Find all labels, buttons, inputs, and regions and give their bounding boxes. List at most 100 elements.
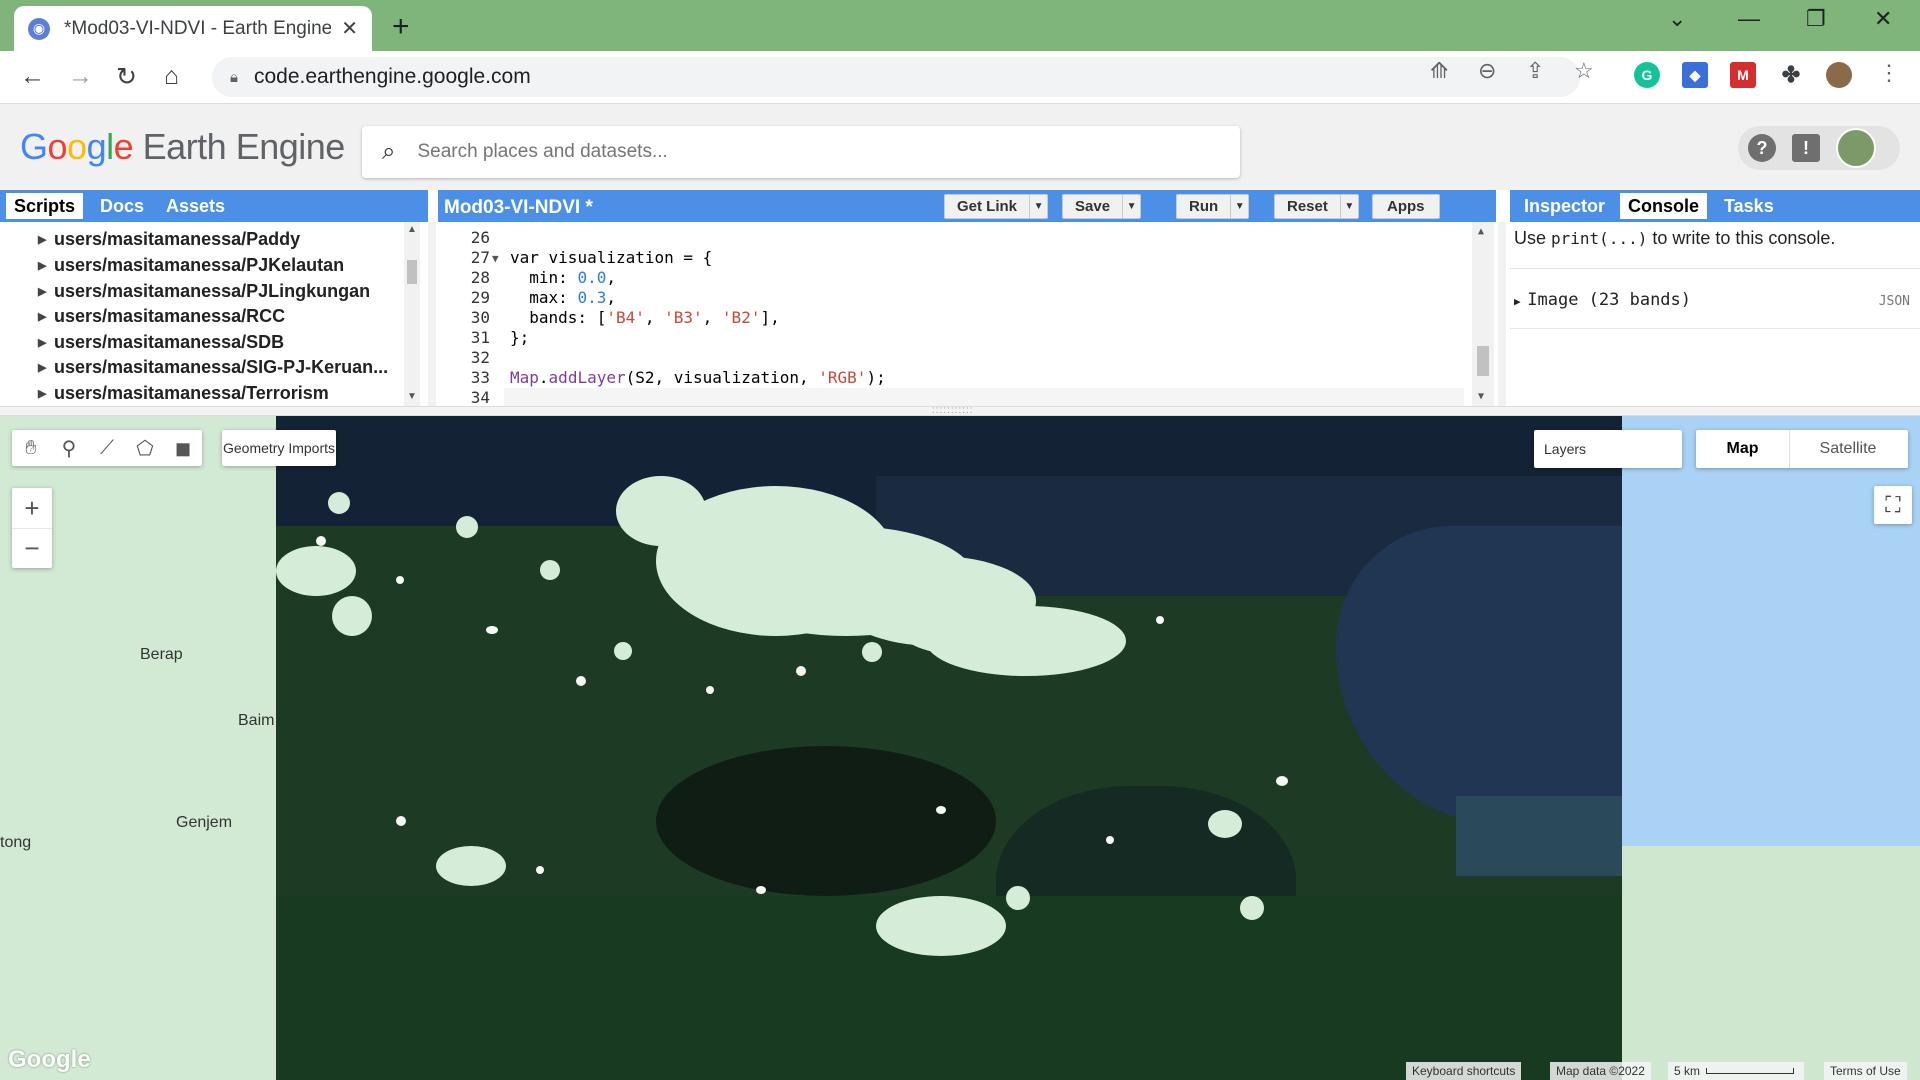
tab-assets[interactable]: Assets bbox=[158, 193, 233, 219]
search-input[interactable] bbox=[417, 141, 1178, 163]
restore-icon[interactable]: ❐ bbox=[1806, 6, 1826, 32]
zoom-in-button[interactable]: + bbox=[12, 488, 52, 528]
map-splitter[interactable]: ::::::::::: bbox=[0, 405, 1920, 416]
place-label: Baim bbox=[238, 712, 275, 729]
script-name: Mod03-VI-NDVI * bbox=[444, 197, 593, 218]
save-button[interactable]: Save ▼ bbox=[1062, 194, 1142, 219]
address-bar[interactable]: 🔒︎ code.earthengine.google.com bbox=[212, 57, 1580, 97]
user-avatar[interactable] bbox=[1836, 128, 1876, 168]
scripts-scrollbar[interactable]: ▲ ▼ bbox=[404, 222, 420, 406]
expand-arrow-icon[interactable]: ▶ bbox=[38, 233, 46, 246]
profile-avatar[interactable] bbox=[1826, 62, 1852, 88]
dropdown-arrow-icon: ▼ bbox=[1230, 195, 1248, 218]
hand-pan-icon[interactable]: ✋︎ bbox=[16, 433, 46, 463]
code-line: }; bbox=[510, 328, 530, 347]
help-icon[interactable]: ? bbox=[1748, 134, 1776, 162]
script-folder[interactable]: ▶ users/masitamanessa/PJKelautan bbox=[38, 255, 344, 276]
tab-console[interactable]: Console bbox=[1620, 193, 1708, 219]
geometry-imports-button[interactable]: Geometry Imports bbox=[222, 430, 336, 466]
minimize-icon[interactable]: — bbox=[1738, 6, 1760, 32]
editor-scroll-thumb[interactable] bbox=[1477, 346, 1489, 376]
close-window-icon[interactable]: ✕ bbox=[1874, 6, 1892, 32]
keyboard-shortcuts-link[interactable]: Keyboard shortcuts bbox=[1406, 1062, 1522, 1080]
lock-icon[interactable]: 🔒︎ bbox=[230, 69, 238, 86]
expand-arrow-icon[interactable]: ▶ bbox=[38, 285, 46, 298]
expand-arrow-icon[interactable]: ▶ bbox=[38, 336, 46, 349]
terms-of-use-link[interactable]: Terms of Use bbox=[1824, 1062, 1907, 1080]
current-line-highlight bbox=[504, 388, 1464, 406]
fullscreen-icon[interactable]: ⛶ bbox=[1874, 486, 1912, 524]
share-icon[interactable]: ⇪ bbox=[1526, 58, 1544, 84]
tab-inspector[interactable]: Inspector bbox=[1516, 193, 1613, 219]
fold-arrow-icon[interactable]: ▼ bbox=[492, 252, 499, 265]
home-icon[interactable]: ⌂ bbox=[164, 62, 179, 91]
expand-arrow-icon[interactable]: ▶ bbox=[38, 361, 46, 374]
grammarly-extension-icon[interactable]: G bbox=[1634, 62, 1660, 88]
extension-icon[interactable]: ◆ bbox=[1682, 62, 1708, 88]
browser-tab-strip: ◉ *Mod03-VI-NDVI - Earth Engine C ✕ + ⌄ … bbox=[0, 0, 1920, 51]
code-editor[interactable]: 26 27 ▼ 28 29 30 31 32 33 34 var visuali… bbox=[438, 222, 1496, 406]
dropdown-arrow-icon: ▼ bbox=[1339, 195, 1358, 218]
map-type-satellite[interactable]: Satellite bbox=[1790, 430, 1906, 468]
script-folder[interactable]: ▶ users/masitamanessa/RCC bbox=[38, 306, 285, 327]
apps-button[interactable]: Apps bbox=[1372, 194, 1440, 219]
layers-button[interactable]: Layers bbox=[1534, 430, 1682, 468]
zoom-out-button[interactable]: − bbox=[12, 528, 52, 568]
left-splitter[interactable] bbox=[428, 222, 436, 406]
expand-arrow-icon[interactable]: ▶ bbox=[38, 259, 46, 272]
reload-icon[interactable]: ↻ bbox=[116, 62, 137, 92]
forward-icon[interactable]: → bbox=[68, 62, 93, 91]
tab-search-icon[interactable]: ⌄ bbox=[1668, 6, 1686, 32]
tab-tasks[interactable]: Tasks bbox=[1716, 193, 1782, 219]
new-tab-button[interactable]: + bbox=[392, 10, 410, 44]
extensions-puzzle-icon[interactable]: ✤ bbox=[1778, 62, 1804, 88]
marker-point-icon[interactable]: ⚲ bbox=[54, 433, 84, 463]
json-link[interactable]: JSON bbox=[1879, 294, 1910, 309]
google-watermark-logo: Google bbox=[8, 1046, 91, 1073]
right-panel-tabs: Inspector Console Tasks bbox=[1510, 190, 1920, 222]
script-folder[interactable]: ▶ users/masitamanessa/PJLingkungan bbox=[38, 281, 370, 302]
get-link-button[interactable]: Get Link ▼ bbox=[944, 194, 1049, 219]
tab-scripts[interactable]: Scripts bbox=[6, 193, 84, 219]
translate-icon[interactable]: ⟰ bbox=[1430, 58, 1448, 84]
script-folder[interactable]: ▶ users/masitamanessa/Paddy bbox=[38, 229, 300, 250]
expand-arrow-icon[interactable]: ▶ bbox=[38, 387, 46, 400]
line-draw-icon[interactable]: ⟋ bbox=[92, 433, 122, 463]
back-icon[interactable]: ← bbox=[20, 62, 45, 91]
zoom-control: + − bbox=[12, 488, 52, 568]
console-panel: Use print(...) to write to this console.… bbox=[1510, 222, 1920, 406]
map-type-control: Map Satellite bbox=[1696, 430, 1908, 468]
code-line: Map.addLayer(S2, visualization, 'RGB'); bbox=[510, 368, 886, 387]
dropdown-arrow-icon: ▼ bbox=[1029, 195, 1047, 218]
expand-arrow-icon: ▶ bbox=[1514, 295, 1528, 308]
scale-bar[interactable]: 5 km bbox=[1668, 1062, 1804, 1080]
place-label: tong bbox=[0, 834, 32, 851]
map-canvas[interactable]: Berap Baim Genjem tong ✋︎ ⚲ ⟋ ⬠ ◼ Geomet… bbox=[0, 416, 1920, 1080]
run-button[interactable]: Run ▼ bbox=[1176, 194, 1250, 219]
console-hint: Use print(...) to write to this console. bbox=[1514, 228, 1836, 248]
search-bar[interactable]: ⌕ bbox=[362, 126, 1240, 178]
browser-tab[interactable]: ◉ *Mod03-VI-NDVI - Earth Engine C ✕ bbox=[14, 6, 372, 51]
bookmark-star-icon[interactable]: ☆ bbox=[1574, 58, 1594, 84]
script-folder[interactable]: ▶ users/masitamanessa/SIG-PJ-Keruan... bbox=[38, 357, 388, 378]
polygon-draw-icon[interactable]: ⬠ bbox=[130, 433, 160, 463]
script-folder[interactable]: ▶ users/masitamanessa/SDB bbox=[38, 332, 284, 353]
console-output-item[interactable]: ▶ Image (23 bands) bbox=[1514, 290, 1691, 310]
right-splitter[interactable] bbox=[1498, 222, 1506, 406]
dropdown-arrow-icon: ▼ bbox=[1122, 195, 1140, 218]
editor-scrollbar[interactable]: ▲ ▼ bbox=[1472, 222, 1494, 406]
close-tab-icon[interactable]: ✕ bbox=[341, 16, 358, 41]
expand-arrow-icon[interactable]: ▶ bbox=[38, 310, 46, 323]
reset-button[interactable]: Reset ▼ bbox=[1274, 194, 1359, 219]
scripts-scroll-thumb[interactable] bbox=[407, 260, 417, 284]
google-earth-engine-logo[interactable]: Google Earth Engine bbox=[20, 126, 345, 168]
mendeley-extension-icon[interactable]: M bbox=[1730, 62, 1756, 88]
zoom-icon[interactable]: ⊖ bbox=[1478, 58, 1496, 84]
menu-kebab-icon[interactable]: ⋮ bbox=[1878, 60, 1900, 86]
tab-docs[interactable]: Docs bbox=[92, 193, 152, 219]
script-folder[interactable]: ▶ users/masitamanessa/Terrorism bbox=[38, 383, 329, 404]
basemap-land bbox=[1620, 846, 1920, 1080]
rectangle-draw-icon[interactable]: ◼ bbox=[168, 433, 198, 463]
feedback-icon[interactable]: ! bbox=[1792, 134, 1820, 162]
map-type-map[interactable]: Map bbox=[1696, 430, 1790, 468]
